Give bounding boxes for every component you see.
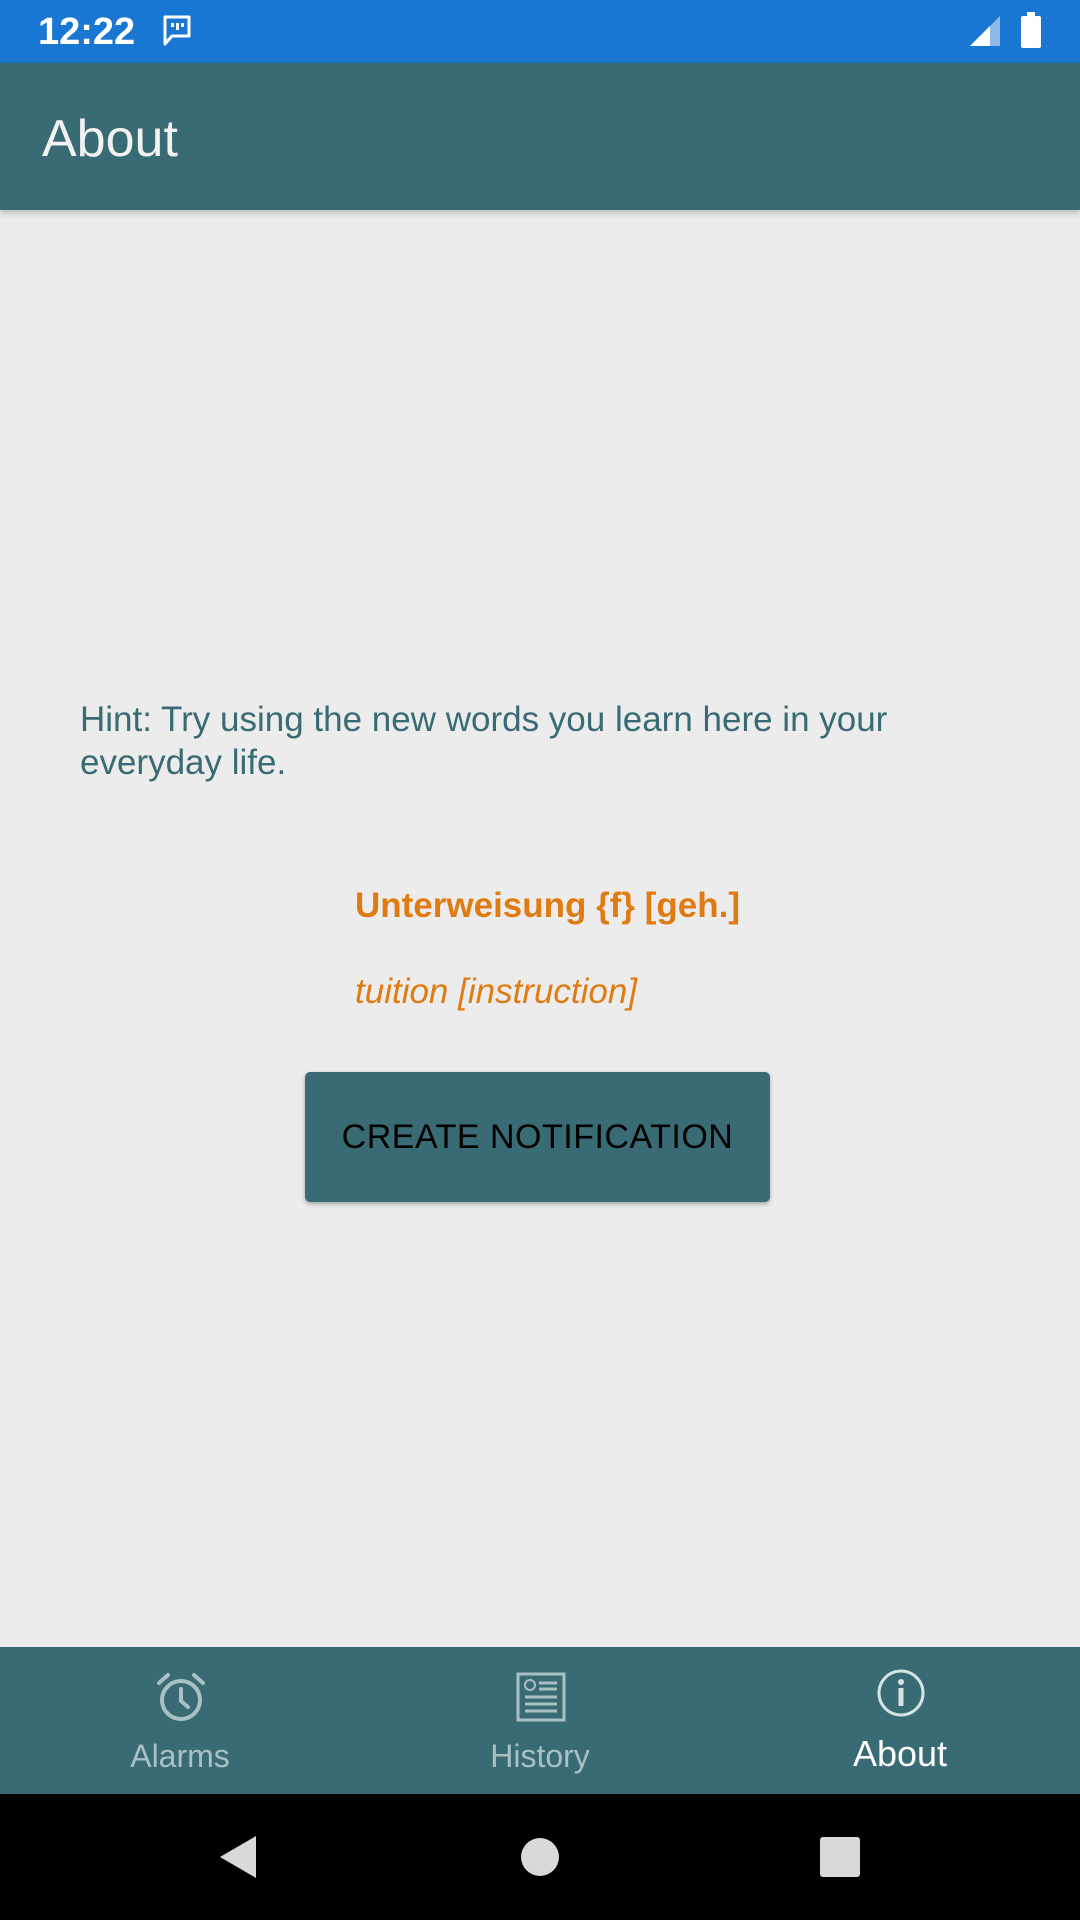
word-translation: tuition [instruction] xyxy=(355,972,638,1011)
page-title: About xyxy=(42,110,178,168)
app-screen: 12:22 About Hint: Try using the new word… xyxy=(0,0,1080,1920)
nav-item-about[interactable]: About xyxy=(720,1647,1080,1794)
nav-label-history: History xyxy=(490,1738,590,1774)
system-navigation-bar xyxy=(0,1794,1080,1920)
nav-item-history[interactable]: History xyxy=(360,1647,720,1794)
alarm-clock-icon xyxy=(157,1673,205,1721)
back-icon[interactable] xyxy=(214,1832,264,1882)
nav-label-alarms: Alarms xyxy=(130,1738,230,1774)
word-term: Unterweisung {f} [geh.] xyxy=(355,886,741,925)
battery-icon xyxy=(1021,12,1041,48)
hint-text: Hint: Try using the new words you learn … xyxy=(80,700,888,782)
info-icon xyxy=(877,1669,925,1717)
history-list-icon xyxy=(516,1672,566,1722)
status-bar: 12:22 xyxy=(0,0,1080,63)
create-notification-button[interactable]: CREATE NOTIFICATION xyxy=(305,1072,770,1202)
status-time: 12:22 xyxy=(38,11,136,53)
home-icon[interactable] xyxy=(515,1832,565,1882)
app-bar: About xyxy=(0,63,1080,210)
signal-icon xyxy=(970,16,1000,46)
main-content: Hint: Try using the new words you learn … xyxy=(0,210,1080,1647)
bottom-navigation: Alarms History About xyxy=(0,1647,1080,1794)
message-icon xyxy=(163,15,191,46)
nav-item-alarms[interactable]: Alarms xyxy=(0,1647,360,1794)
nav-label-about: About xyxy=(852,1733,948,1774)
recents-icon[interactable] xyxy=(815,1832,865,1882)
